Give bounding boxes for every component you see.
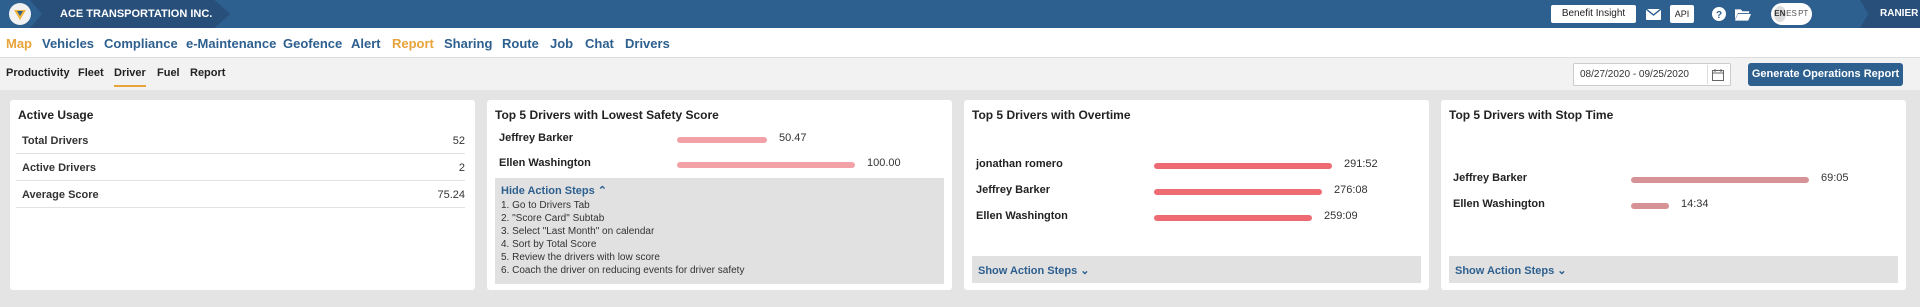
stat-label: Active Drivers — [22, 162, 96, 174]
stat-row: Average Score 75.24 — [16, 181, 465, 208]
chevron-up-icon: ⌃ — [597, 185, 607, 197]
driver-name: Jeffrey Barker — [976, 184, 1050, 196]
stat-value: 2 — [458, 162, 465, 174]
driver-name: Jeffrey Barker — [1453, 172, 1527, 184]
stat-value: 52 — [452, 135, 465, 147]
card-title: Top 5 Drivers with Stop Time — [1449, 108, 1614, 122]
action-steps-panel: Show Action Steps ⌄ — [1449, 256, 1898, 283]
driver-bar-row: Ellen Washington 14:34 — [1441, 198, 1906, 214]
action-step: 3. Select "Last Month" on calendar — [501, 226, 655, 237]
subtab-fleet[interactable]: Fleet — [78, 67, 104, 79]
nav-vehicles[interactable]: Vehicles — [42, 36, 94, 51]
overtime-bar — [1154, 215, 1312, 221]
subtab-report[interactable]: Report — [190, 67, 225, 79]
stat-value: 75.24 — [437, 189, 465, 201]
lang-pt[interactable]: PT — [1797, 6, 1809, 22]
mail-icon[interactable] — [1645, 6, 1661, 22]
stop-time-bar — [1631, 177, 1809, 183]
score-value: 100.00 — [867, 157, 901, 169]
lowest-safety-score-card: Top 5 Drivers with Lowest Safety Score J… — [487, 100, 952, 290]
nav-e-maintenance[interactable]: e-Maintenance — [186, 36, 276, 51]
lang-en[interactable]: EN — [1774, 6, 1786, 22]
show-action-steps-toggle[interactable]: Show Action Steps ⌄ — [1455, 264, 1567, 277]
generate-operations-report-button[interactable]: Generate Operations Report — [1748, 63, 1903, 86]
driver-name: Ellen Washington — [499, 157, 591, 169]
stop-time-value: 69:05 — [1821, 172, 1849, 184]
lang-es[interactable]: ES — [1786, 6, 1798, 22]
driver-name: jonathan romero — [976, 158, 1063, 170]
stat-row: Active Drivers 2 — [16, 154, 465, 181]
nav-geofence[interactable]: Geofence — [283, 36, 342, 51]
stat-row: Total Drivers 52 — [16, 127, 465, 154]
svg-text:?: ? — [1716, 10, 1722, 21]
driver-bar-row: jonathan romero 291:52 — [964, 158, 1429, 174]
driver-bar-row: Jeffrey Barker 69:05 — [1441, 172, 1906, 188]
nav-map[interactable]: Map — [6, 36, 32, 51]
subtab-fuel[interactable]: Fuel — [157, 67, 180, 79]
driver-bar-row: Jeffrey Barker 50.47 — [487, 132, 952, 148]
company-name: ACE TRANSPORTATION INC. — [30, 0, 231, 28]
toggle-label: Hide Action Steps — [501, 185, 595, 197]
chevron-down-icon: ⌄ — [1557, 265, 1567, 277]
nav-compliance[interactable]: Compliance — [104, 36, 178, 51]
action-step: 2. "Score Card" Subtab — [501, 213, 605, 224]
driver-bar-row: Jeffrey Barker 276:08 — [964, 184, 1429, 200]
nav-route[interactable]: Route — [502, 36, 539, 51]
show-action-steps-toggle[interactable]: Show Action Steps ⌄ — [978, 264, 1090, 277]
logo-icon — [9, 3, 31, 25]
score-bar — [677, 162, 855, 168]
user-menu[interactable]: RANIER — [1860, 0, 1920, 28]
hide-action-steps-toggle[interactable]: Hide Action Steps ⌃ — [501, 184, 607, 197]
score-value: 50.47 — [779, 132, 807, 144]
calendar-icon[interactable] — [1707, 65, 1727, 84]
top-bar: ACE TRANSPORTATION INC. Benefit Insight … — [0, 0, 1920, 28]
main-nav: Map Vehicles Compliance e-Maintenance Ge… — [0, 28, 1920, 58]
toggle-label: Show Action Steps — [978, 265, 1078, 277]
stop-time-bar — [1631, 203, 1669, 209]
overtime-value: 259:09 — [1324, 210, 1358, 222]
toggle-label: Show Action Steps — [1455, 265, 1555, 277]
api-button[interactable]: API — [1670, 5, 1694, 23]
action-steps-panel: Show Action Steps ⌄ — [972, 256, 1421, 283]
help-icon[interactable]: ? — [1711, 6, 1727, 22]
action-step: 6. Coach the driver on reducing events f… — [501, 265, 745, 276]
overtime-bar — [1154, 189, 1322, 195]
stat-label: Average Score — [22, 189, 99, 201]
nav-chat[interactable]: Chat — [585, 36, 614, 51]
chevron-down-icon: ⌄ — [1080, 265, 1090, 277]
card-title: Top 5 Drivers with Lowest Safety Score — [495, 108, 719, 122]
driver-bar-row: Ellen Washington 259:09 — [964, 210, 1429, 226]
nav-report[interactable]: Report — [392, 36, 434, 51]
driver-name: Jeffrey Barker — [499, 132, 573, 144]
driver-name: Ellen Washington — [976, 210, 1068, 222]
overtime-card: Top 5 Drivers with Overtime jonathan rom… — [964, 100, 1429, 290]
stop-time-value: 14:34 — [1681, 198, 1709, 210]
subtab-driver[interactable]: Driver — [114, 67, 146, 87]
action-steps-panel: Hide Action Steps ⌃ 1. Go to Drivers Tab… — [495, 178, 944, 284]
score-bar — [677, 137, 767, 143]
subtab-productivity[interactable]: Productivity — [6, 67, 70, 79]
folder-icon[interactable] — [1735, 6, 1751, 22]
driver-name: Ellen Washington — [1453, 198, 1545, 210]
action-step: 1. Go to Drivers Tab — [501, 200, 590, 211]
stop-time-card: Top 5 Drivers with Stop Time Jeffrey Bar… — [1441, 100, 1906, 290]
nav-drivers[interactable]: Drivers — [625, 36, 670, 51]
language-switcher: EN ES PT — [1771, 3, 1812, 25]
nav-alert[interactable]: Alert — [351, 36, 381, 51]
active-usage-card: Active Usage Total Drivers 52 Active Dri… — [10, 100, 475, 290]
nav-job[interactable]: Job — [550, 36, 573, 51]
overtime-bar — [1154, 163, 1332, 169]
benefit-insight-button[interactable]: Benefit Insight — [1551, 5, 1636, 23]
card-title: Active Usage — [18, 108, 94, 122]
card-title: Top 5 Drivers with Overtime — [972, 108, 1131, 122]
nav-sharing[interactable]: Sharing — [444, 36, 492, 51]
stat-label: Total Drivers — [22, 135, 89, 147]
action-step: 5. Review the drivers with low score — [501, 252, 660, 263]
overtime-value: 276:08 — [1334, 184, 1368, 196]
action-step: 4. Sort by Total Score — [501, 239, 597, 250]
overtime-value: 291:52 — [1344, 158, 1378, 170]
driver-bar-row: Ellen Washington 100.00 — [487, 157, 952, 173]
